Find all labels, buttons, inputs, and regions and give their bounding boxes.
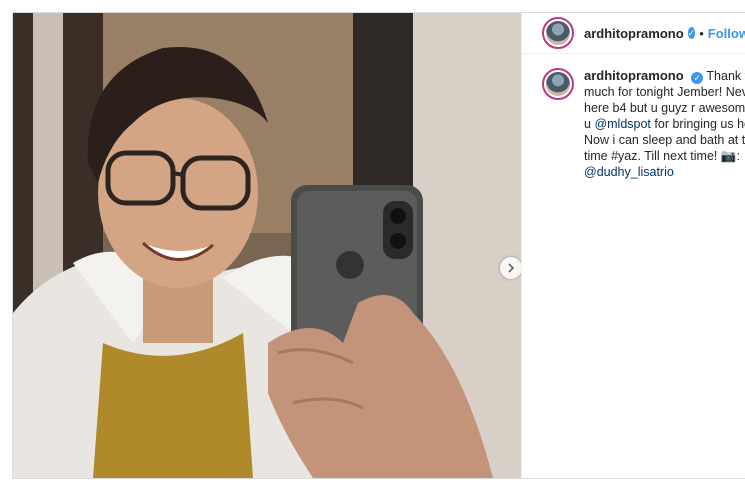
caption-avatar[interactable] <box>542 68 574 100</box>
header-username[interactable]: ardhitopramono <box>584 26 684 41</box>
caption-line-5: Now i can sleep and bath at th <box>584 133 745 147</box>
caption-line-2: much for tonight Jember! Neve <box>584 85 745 99</box>
instagram-post: ardhitopramono ✓ • Follow ardhitopramono… <box>12 12 745 479</box>
avatar-image <box>546 21 570 45</box>
caption-line-1: Thank you <box>706 69 745 83</box>
caption-line-3: here b4 but u guyz r awesome <box>584 101 745 115</box>
post-header: ardhitopramono ✓ • Follow <box>522 13 745 54</box>
selfie-image <box>13 13 521 478</box>
caption-avatar-image <box>546 72 570 96</box>
caption-username[interactable]: ardhitopramono <box>584 68 684 83</box>
mention-dudhy-lisatrio[interactable]: @dudhy_lisatrio <box>584 165 674 179</box>
post-sidebar: ardhitopramono ✓ • Follow ardhitopramono… <box>521 13 745 478</box>
caption-line-6: time #yaz. Till next time! <box>584 149 718 163</box>
mention-mldspot[interactable]: @mldspot <box>594 117 650 131</box>
caption-line-4: for bringing us he <box>654 117 745 131</box>
camera-emoji-icon: 📷 <box>720 149 737 163</box>
caption-comment: ardhitopramono ✓ Thank you much for toni… <box>522 54 745 180</box>
verified-check-icon: ✓ <box>687 27 696 39</box>
caption-verified-icon: ✓ <box>691 72 704 84</box>
chevron-right-icon <box>508 263 515 273</box>
caption-line-4-prefix: u <box>584 117 591 131</box>
next-image-button[interactable] <box>500 257 522 279</box>
separator-dot: • <box>699 25 704 41</box>
post-photo[interactable] <box>13 13 521 478</box>
caption-line-7: : <box>736 149 740 163</box>
caption-text: ardhitopramono ✓ Thank you much for toni… <box>584 68 745 180</box>
follow-button[interactable]: Follow <box>708 26 745 41</box>
avatar[interactable] <box>542 17 574 49</box>
